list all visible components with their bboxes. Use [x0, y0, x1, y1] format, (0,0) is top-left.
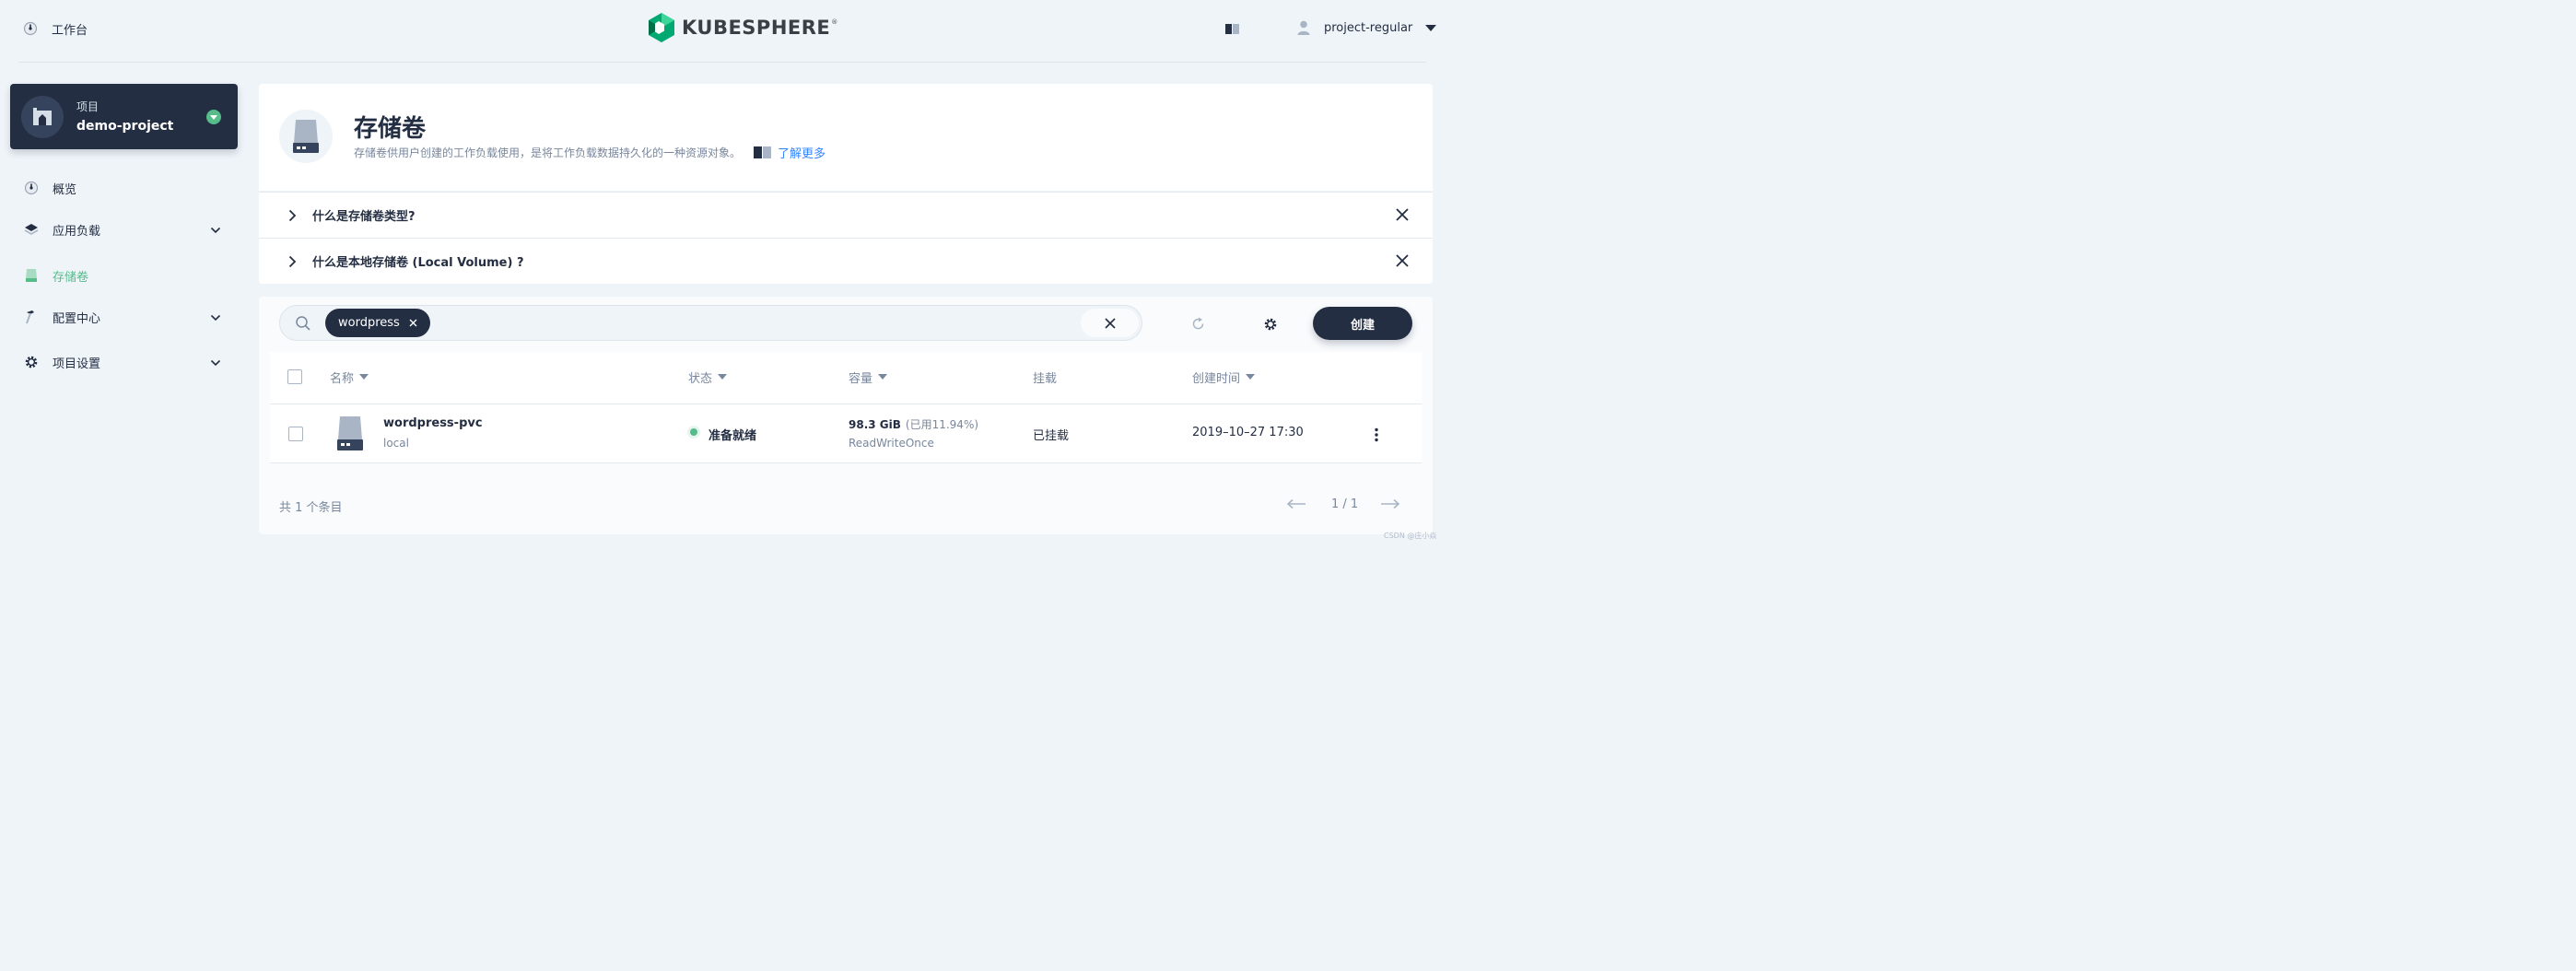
column-header-mount: 挂载: [1033, 369, 1058, 386]
volume-name-link[interactable]: wordpress-pvc: [383, 416, 483, 430]
access-mode: ReadWriteOnce: [849, 437, 934, 450]
created-time: 2019–10–27 17:30: [1192, 426, 1304, 439]
faq-question: 什么是本地存储卷 (Local Volume) ?: [312, 256, 524, 270]
sidebar-item-label: 存储卷: [53, 270, 89, 285]
faq-row[interactable]: 什么是存储卷类型?: [259, 192, 1433, 238]
table-row[interactable]: wordpress-pvc local 准备就绪 98.3 GiB (已用11.…: [270, 404, 1422, 463]
header-divider: [18, 62, 1426, 63]
chevron-down-icon: [210, 357, 221, 370]
capacity-usage: (已用11.94%): [905, 418, 979, 431]
column-header-name[interactable]: 名称: [330, 369, 369, 386]
prev-page-icon[interactable]: [1286, 498, 1306, 509]
table-header: 名称 状态 容量 挂载 创建时间: [270, 352, 1422, 404]
column-header-status[interactable]: 状态: [688, 369, 728, 386]
registered-mark: ®: [831, 18, 838, 26]
top-header: 工作台 KUBESPHERE ® project-regular: [0, 0, 1445, 57]
dashboard-icon: [24, 181, 39, 195]
status-dot: [690, 428, 697, 436]
gear-icon[interactable]: [1263, 317, 1278, 332]
filter-tag-label: wordpress: [338, 316, 400, 330]
sort-caret-icon: [878, 374, 888, 380]
column-label: 挂载: [1033, 371, 1058, 386]
chevron-down-icon: [210, 224, 221, 238]
project-avatar: [21, 96, 64, 138]
close-icon[interactable]: [1396, 208, 1409, 221]
sidebar-item-label: 配置中心: [53, 311, 101, 326]
hammer-icon: [24, 310, 39, 324]
watermark: CSDN @庄小焱: [1384, 532, 1437, 540]
username: project-regular: [1324, 20, 1413, 35]
mount-status: 已挂载: [1033, 429, 1070, 443]
sidebar-item-settings[interactable]: 项目设置: [18, 348, 230, 376]
faq-row[interactable]: 什么是本地存储卷 (Local Volume) ?: [259, 238, 1433, 284]
gear-icon: [24, 355, 39, 369]
select-all-checkbox[interactable]: [287, 369, 302, 384]
project-selector[interactable]: 项目 demo-project: [10, 84, 238, 149]
next-page-icon[interactable]: [1380, 498, 1400, 509]
caret-down-icon: [206, 110, 221, 124]
workbench-link[interactable]: 工作台: [23, 18, 88, 39]
layers-icon: [24, 222, 39, 237]
sidebar-item-overview[interactable]: 概览: [18, 174, 230, 202]
clear-search-button[interactable]: [1081, 309, 1139, 337]
kubesphere-logo[interactable]: KUBESPHERE ®: [648, 12, 837, 43]
column-label: 创建时间: [1192, 371, 1241, 386]
column-header-capacity[interactable]: 容量: [849, 369, 888, 386]
learn-more-link[interactable]: 了解更多: [754, 144, 825, 161]
close-icon[interactable]: [1396, 254, 1409, 267]
refresh-icon[interactable]: [1191, 317, 1205, 331]
capacity-value: 98.3 GiB (已用11.94%): [849, 416, 978, 432]
tag-remove-icon[interactable]: [409, 319, 417, 327]
docs-book-icon[interactable]: [1225, 23, 1240, 35]
user-menu[interactable]: project-regular: [1297, 17, 1437, 39]
total-count: 共 1 个条目: [279, 501, 343, 515]
more-actions-icon[interactable]: [1375, 427, 1378, 442]
filter-tag[interactable]: wordpress: [325, 309, 430, 337]
sort-caret-icon: [359, 374, 369, 380]
sidebar-item-label: 项目设置: [53, 357, 101, 371]
create-button[interactable]: 创建: [1313, 307, 1412, 340]
sidebar-item-label: 概览: [53, 182, 77, 197]
chevron-down-icon: [210, 311, 221, 325]
faq-question: 什么是存储卷类型?: [312, 210, 416, 224]
status-badge: 准备就绪: [708, 429, 757, 443]
column-label: 名称: [330, 371, 355, 386]
storage-icon: [24, 268, 39, 283]
kubesphere-logo-icon: [648, 12, 675, 43]
description-text: 存储卷供用户创建的工作负载使用，是将工作负载数据持久化的一种资源对象。: [354, 146, 742, 159]
sidebar-item-config[interactable]: 配置中心: [18, 303, 230, 331]
capacity-size: 98.3 GiB: [849, 417, 901, 431]
sidebar-item-label: 应用负载: [53, 224, 101, 239]
book-icon: [754, 146, 772, 159]
search-icon: [295, 315, 311, 332]
sidebar-item-workloads[interactable]: 应用负载: [18, 216, 230, 243]
sort-caret-icon: [718, 374, 728, 380]
chevron-right-icon: [288, 209, 297, 222]
chevron-down-icon: [1425, 24, 1437, 31]
volume-icon: [335, 415, 365, 451]
row-checkbox[interactable]: [288, 427, 303, 441]
brand-name: KUBESPHERE: [682, 17, 831, 39]
page-indicator: 1 / 1: [1331, 497, 1359, 511]
column-label: 容量: [849, 371, 873, 386]
chevron-right-icon: [288, 255, 297, 268]
column-header-created[interactable]: 创建时间: [1192, 369, 1256, 386]
storage-class: local: [383, 437, 409, 450]
page-banner: 存储卷 存储卷供用户创建的工作负载使用，是将工作负载数据持久化的一种资源对象。 …: [259, 84, 1433, 191]
sidebar-item-volumes[interactable]: 存储卷: [18, 262, 230, 289]
dashboard-icon: [23, 21, 38, 36]
user-icon: [1297, 20, 1310, 35]
project-name: demo-project: [76, 119, 174, 134]
column-label: 状态: [688, 371, 713, 386]
sort-caret-icon: [1246, 374, 1256, 380]
learn-more-label: 了解更多: [778, 146, 826, 161]
page-description: 存储卷供用户创建的工作负载使用，是将工作负载数据持久化的一种资源对象。 了解更多: [354, 144, 825, 161]
project-type-label: 项目: [76, 100, 100, 113]
storage-volume-icon: [279, 110, 333, 163]
workbench-label: 工作台: [52, 23, 88, 38]
close-icon: [1104, 317, 1116, 329]
page-title: 存储卷: [354, 115, 427, 143]
project-icon: [32, 108, 53, 126]
